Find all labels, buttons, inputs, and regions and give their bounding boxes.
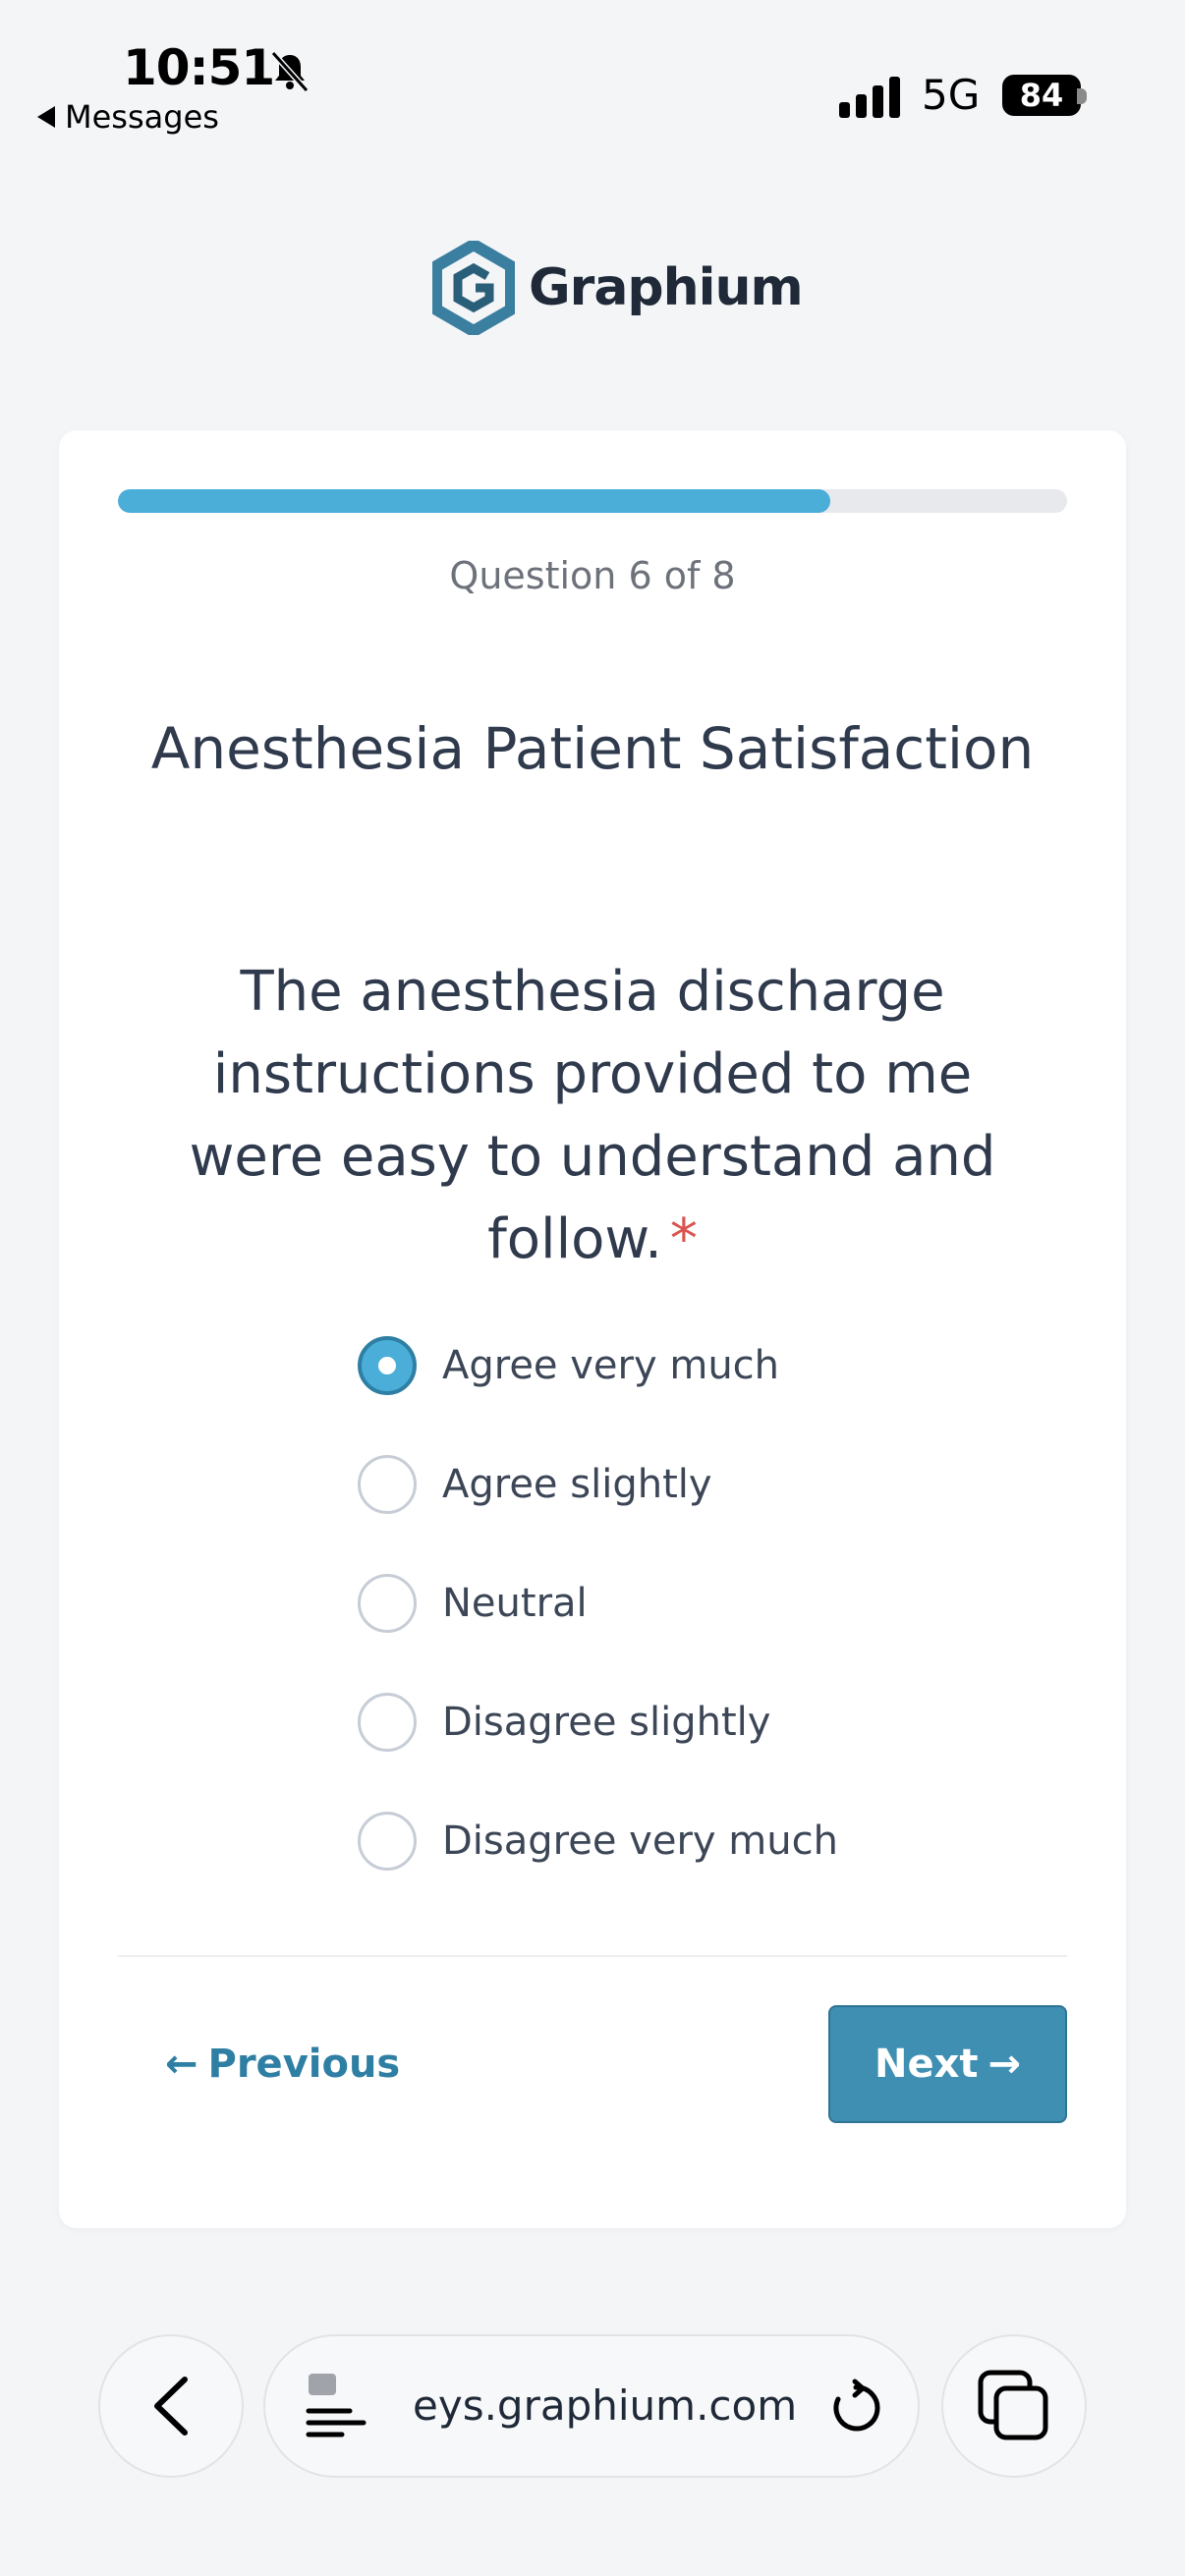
reload-icon[interactable]	[825, 2378, 886, 2438]
logo-text: Graphium	[529, 258, 804, 317]
option-neutral[interactable]: Neutral	[358, 1574, 838, 1633]
url-bar[interactable]: eys.graphium.com	[263, 2334, 920, 2478]
progress-text: Question 6 of 8	[449, 554, 736, 597]
option-agree-very-much[interactable]: Agree very much	[358, 1336, 838, 1395]
survey-title: Anesthesia Patient Satisfaction	[150, 715, 1035, 782]
option-disagree-very-much[interactable]: Disagree very much	[358, 1812, 838, 1871]
radio-button[interactable]	[358, 1455, 417, 1514]
option-label: Agree slightly	[442, 1462, 712, 1507]
screen: 10:51 Messages 5G 84 Graphium Question 6…	[0, 0, 1185, 2576]
required-marker: *	[669, 1207, 698, 1271]
radio-button[interactable]	[358, 1336, 417, 1395]
browser-back-button[interactable]	[98, 2334, 244, 2478]
page-menu-icon	[306, 2374, 367, 2437]
bell-slash-icon	[270, 50, 310, 93]
chevron-left-icon	[154, 2377, 188, 2436]
tabs-button[interactable]	[941, 2334, 1087, 2478]
option-label: Disagree very much	[442, 1819, 838, 1864]
progress-fill	[118, 489, 830, 513]
radio-button[interactable]	[358, 1693, 417, 1752]
answer-options: Agree very much Agree slightly Neutral D…	[358, 1336, 838, 1931]
next-button[interactable]: Next →	[828, 2005, 1067, 2123]
arrow-left-icon: ←	[165, 2042, 198, 2087]
back-app-label: Messages	[65, 98, 219, 136]
radio-button[interactable]	[358, 1812, 417, 1871]
cellular-signal-icon	[839, 77, 900, 118]
question-label: The anesthesia discharge instructions pr…	[189, 960, 996, 1271]
back-to-messages[interactable]: Messages	[37, 98, 219, 136]
next-label: Next	[874, 2042, 979, 2087]
tabs-icon	[978, 2370, 1048, 2440]
progress-bar	[118, 489, 1067, 513]
battery-level: 84	[1002, 75, 1081, 116]
previous-label: Previous	[207, 2042, 401, 2087]
survey-card: Question 6 of 8 Anesthesia Patient Satis…	[59, 430, 1126, 2228]
divider	[118, 1955, 1067, 1957]
status-time: 10:51	[123, 39, 275, 96]
battery-cap	[1077, 88, 1087, 104]
radio-button[interactable]	[358, 1574, 417, 1633]
graphium-hexagon-icon	[432, 241, 515, 335]
option-label: Neutral	[442, 1581, 588, 1626]
option-agree-slightly[interactable]: Agree slightly	[358, 1455, 838, 1514]
question-text: The anesthesia discharge instructions pr…	[147, 951, 1038, 1281]
url-text: eys.graphium.com	[413, 2381, 798, 2430]
option-disagree-slightly[interactable]: Disagree slightly	[358, 1693, 838, 1752]
option-label: Agree very much	[442, 1343, 780, 1388]
network-type: 5G	[922, 71, 981, 119]
back-triangle-icon	[37, 106, 55, 128]
option-label: Disagree slightly	[442, 1700, 771, 1745]
previous-button[interactable]: ← Previous	[165, 2042, 400, 2087]
arrow-right-icon: →	[988, 2042, 1022, 2087]
graphium-logo: Graphium	[432, 241, 804, 335]
